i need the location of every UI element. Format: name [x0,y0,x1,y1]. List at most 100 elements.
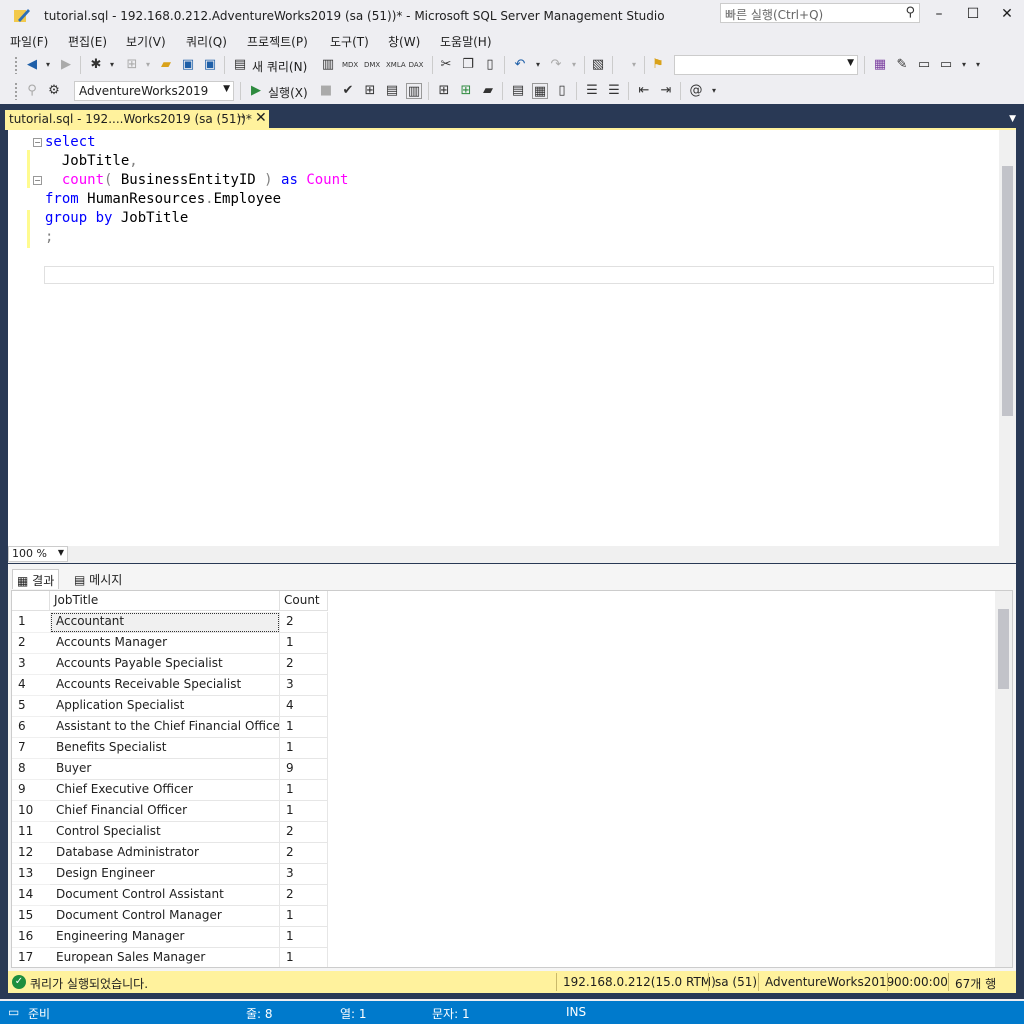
results-to-file-icon[interactable]: ▯ [554,83,570,99]
column-header-count[interactable]: Count [280,591,328,611]
connect-icon[interactable]: ⚲ [24,83,40,99]
cell-count[interactable]: 2 [280,885,328,906]
live-stats-icon[interactable]: ⊞ [458,83,474,99]
open-file-icon[interactable]: ▰ [158,57,174,73]
cell-count[interactable]: 1 [280,927,328,948]
forward-icon[interactable]: ▶ [58,57,74,73]
row-number[interactable]: 10 [12,801,50,822]
cell-count[interactable]: 3 [280,864,328,885]
client-stats-icon[interactable]: ▰ [480,83,496,99]
query-editor[interactable]: − − select JobTitle, count( BusinessEnti… [8,128,1016,554]
xmla-query-icon[interactable]: XMLA [386,57,406,73]
chevron-down-icon[interactable]: ▾ [530,57,546,73]
row-number[interactable]: 1 [12,612,50,633]
row-number[interactable]: 15 [12,906,50,927]
row-number[interactable]: 12 [12,843,50,864]
specify-template-values-icon[interactable]: @ [688,83,704,99]
find-in-files-icon[interactable]: ⚑ [650,57,666,73]
cell-jobtitle[interactable]: European Sales Manager [50,948,280,967]
toolbar-overflow-icon[interactable]: ▾ [970,57,986,73]
chevron-down-icon[interactable]: ▾ [104,57,120,73]
back-icon[interactable]: ◀ [24,57,40,73]
cell-jobtitle[interactable]: Accountant [50,612,280,633]
cell-jobtitle[interactable]: Database Administrator [50,843,280,864]
menu-query[interactable]: 쿼리(Q) [186,33,227,50]
row-number[interactable]: 9 [12,780,50,801]
cell-jobtitle[interactable]: Chief Executive Officer [50,780,280,801]
command-window-icon[interactable]: ▭ [938,57,954,73]
database-engine-query-icon[interactable]: ▥ [320,57,336,73]
row-number[interactable]: 7 [12,738,50,759]
close-button[interactable]: ✕ [992,4,1022,24]
row-number[interactable]: 5 [12,696,50,717]
row-number[interactable]: 13 [12,864,50,885]
close-icon[interactable]: ✕ [255,110,267,126]
toolbar-grip[interactable] [14,56,18,74]
scroll-thumb[interactable] [998,609,1009,689]
quick-launch-input[interactable]: 빠른 실행(Ctrl+Q) ⚲ [720,3,920,23]
cell-jobtitle[interactable]: Engineering Manager [50,927,280,948]
paste-icon[interactable]: ▯ [482,57,498,73]
row-number[interactable]: 11 [12,822,50,843]
actual-plan-icon[interactable]: ⊞ [436,83,452,99]
editor-vertical-scrollbar[interactable] [999,130,1016,554]
grid-corner[interactable] [12,591,50,611]
estimated-plan-icon[interactable]: ⊞ [362,83,378,99]
cell-count[interactable]: 1 [280,906,328,927]
row-number[interactable]: 8 [12,759,50,780]
dmx-query-icon[interactable]: DMX [364,57,380,73]
query-options-icon[interactable]: ▤ [384,83,400,99]
menu-project[interactable]: 프로젝트(P) [247,33,308,50]
increase-indent-icon[interactable]: ⇥ [658,83,674,99]
code-line[interactable]: ; [45,228,348,247]
code-line[interactable]: from HumanResources.Employee [45,190,348,209]
column-header-jobtitle[interactable]: JobTitle [50,591,280,611]
cell-jobtitle[interactable]: Design Engineer [50,864,280,885]
execute-icon[interactable]: ▶ [248,83,264,99]
row-number[interactable]: 3 [12,654,50,675]
intellisense-icon[interactable]: ▥ [406,83,422,99]
cell-jobtitle[interactable]: Document Control Assistant [50,885,280,906]
grid-vertical-scrollbar[interactable] [995,591,1012,967]
copy-icon[interactable]: ❐ [460,57,476,73]
cell-count[interactable]: 2 [280,843,328,864]
redo-icon[interactable]: ↷ [548,57,564,73]
cell-jobtitle[interactable]: Benefits Specialist [50,738,280,759]
decrease-indent-icon[interactable]: ⇤ [636,83,652,99]
cell-count[interactable]: 1 [280,738,328,759]
minimize-button[interactable]: – [924,4,954,24]
execute-button[interactable]: 실행(X) [268,84,308,101]
toolbar-overflow-icon[interactable]: ▾ [706,83,722,99]
cell-jobtitle[interactable]: Accounts Payable Specialist [50,654,280,675]
solution-explorer-icon[interactable]: ▦ [872,57,888,73]
save-all-icon[interactable]: ▣ [202,57,218,73]
code-line[interactable]: JobTitle, [45,152,348,171]
activity-monitor-icon[interactable]: ▧ [590,57,606,73]
tab-messages[interactable]: ▤ 메시지 [70,569,126,589]
properties-wrench-icon[interactable]: ✎ [894,57,910,73]
add-item-icon[interactable]: ⊞ [124,57,140,73]
results-grid[interactable]: JobTitle Count 1 Accountant 2 2 Accounts Man… [11,590,1013,968]
cell-jobtitle[interactable]: Assistant to the Chief Financial Officer [50,717,280,738]
menu-window[interactable]: 창(W) [388,33,420,50]
cell-jobtitle[interactable]: Accounts Manager [50,633,280,654]
menu-help[interactable]: 도움말(H) [440,33,492,50]
collapse-icon[interactable]: − [33,138,42,147]
tab-tutorial-sql[interactable]: tutorial.sql - 192....Works2019 (sa (51)… [5,110,269,130]
maximize-button[interactable]: ☐ [958,4,988,24]
menu-view[interactable]: 보기(V) [126,33,166,50]
cell-count[interactable]: 1 [280,780,328,801]
tab-dropdown-icon[interactable]: ▼ [1009,114,1016,124]
chevron-down-icon[interactable]: ▾ [40,57,56,73]
new-query-button[interactable]: 새 쿼리(N) [252,58,307,75]
new-project-icon[interactable]: ✱ [88,57,104,73]
row-number[interactable]: 17 [12,948,50,967]
scroll-thumb[interactable] [1002,166,1013,416]
comment-icon[interactable]: ☰ [584,83,600,99]
parse-checkmark-icon[interactable]: ✔ [340,83,356,99]
cell-count[interactable]: 3 [280,675,328,696]
row-number[interactable]: 2 [12,633,50,654]
code-line[interactable]: select [45,133,348,152]
code-line[interactable]: group by JobTitle [45,209,348,228]
cell-count[interactable]: 2 [280,654,328,675]
